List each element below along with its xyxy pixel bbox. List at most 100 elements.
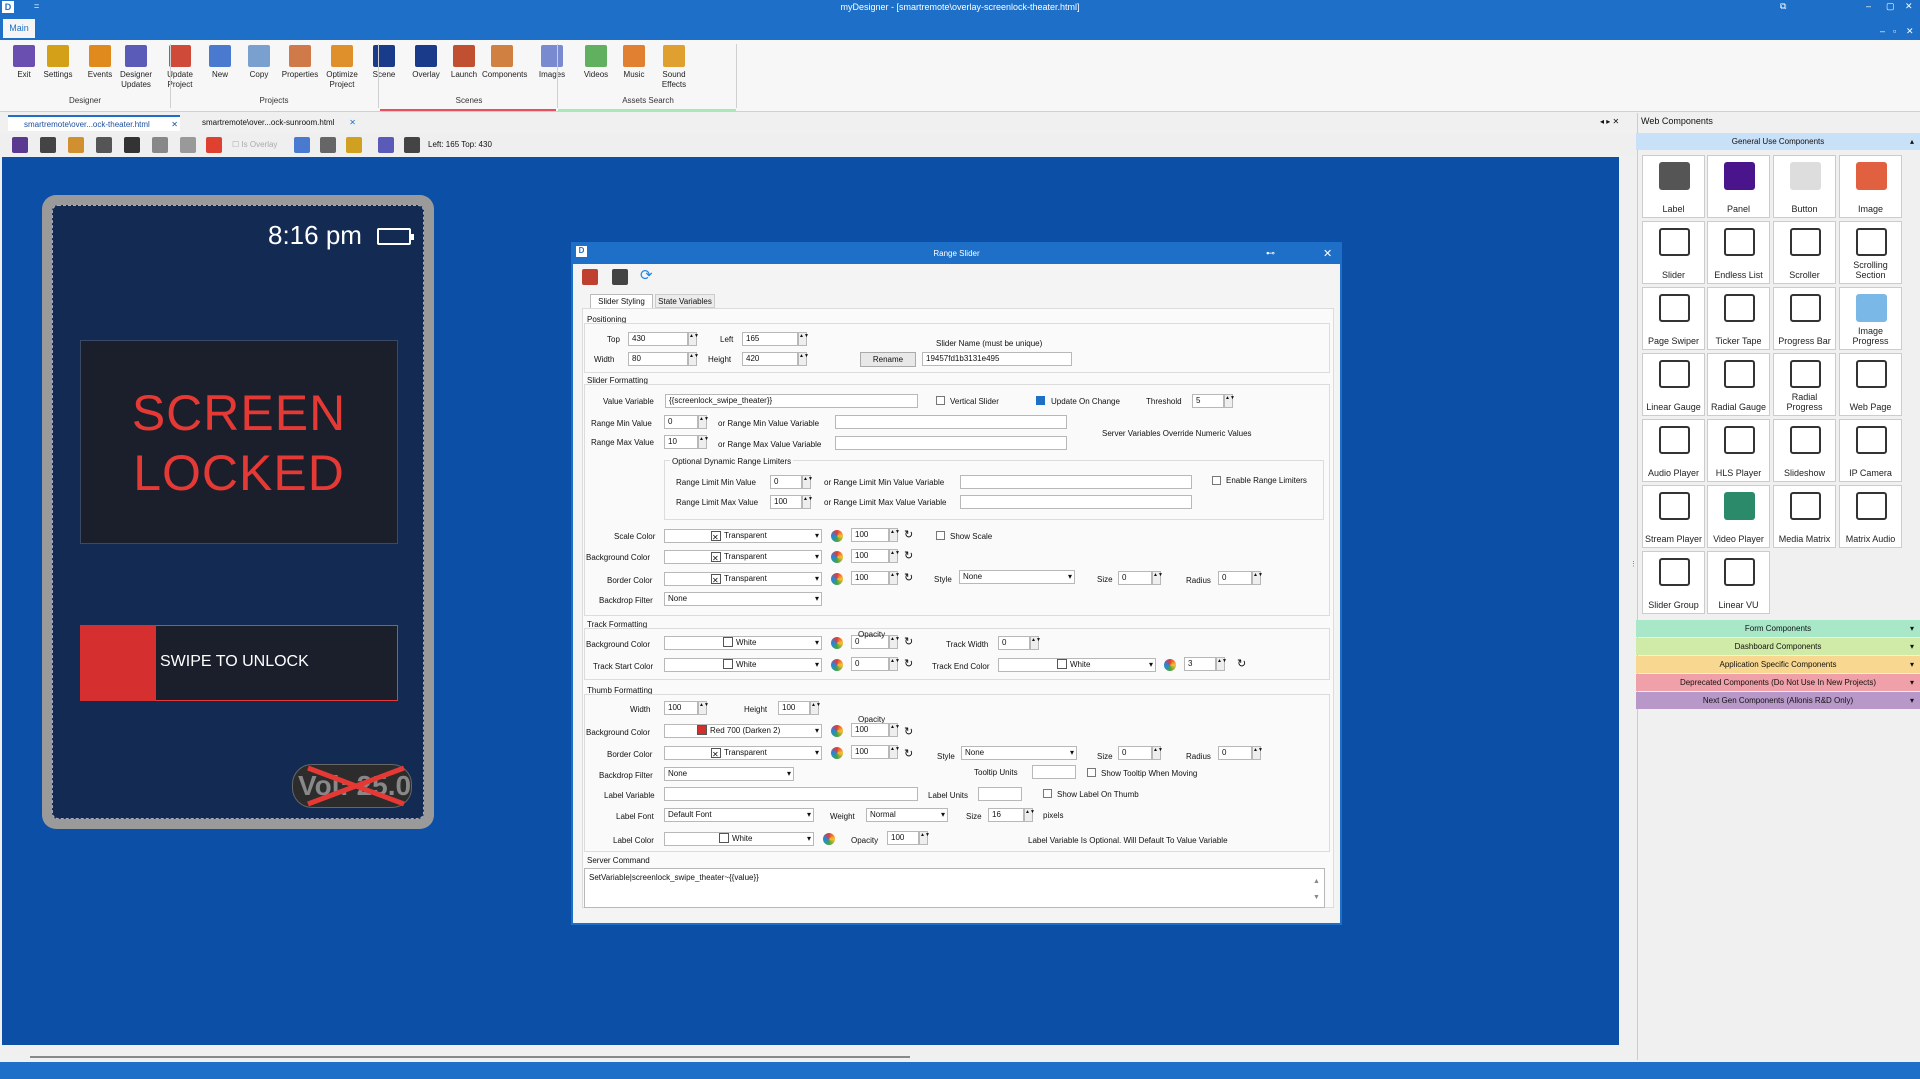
- color-palette-icon[interactable]: [831, 747, 843, 759]
- track-start-color-select[interactable]: White: [664, 658, 822, 672]
- pin-icon[interactable]: ⊷: [1266, 248, 1275, 259]
- track-bg-color-select[interactable]: White: [664, 636, 822, 650]
- component-page-swiper[interactable]: Page Swiper: [1642, 287, 1705, 350]
- component-endless-list[interactable]: Endless List: [1707, 221, 1770, 284]
- doc-tab-sunroom[interactable]: smartremote\over...ock-sunroom.html ✕: [186, 115, 358, 131]
- slider-name-input[interactable]: 19457fd1b3131e495: [922, 352, 1072, 366]
- left-input[interactable]: 165: [742, 332, 798, 346]
- open-icon[interactable]: [68, 137, 84, 153]
- reset-icon[interactable]: ↻: [904, 529, 913, 541]
- ribbon-button-sound-effects[interactable]: Sound Effects: [654, 45, 694, 90]
- thumb-width-spinner[interactable]: ▲▼: [698, 701, 709, 715]
- range-max-input[interactable]: 10: [664, 435, 698, 449]
- component-video-player[interactable]: Video Player: [1707, 485, 1770, 548]
- range-max-var-input[interactable]: [835, 436, 1067, 450]
- range-min-spinner[interactable]: ▲▼: [698, 415, 709, 429]
- expand-icon[interactable]: ▾: [1910, 638, 1914, 655]
- collapse-icon[interactable]: ▴: [1910, 133, 1914, 150]
- tooltip-units-input[interactable]: [1032, 765, 1076, 779]
- size-input[interactable]: 0: [1118, 571, 1152, 585]
- radius-input[interactable]: 0: [1218, 571, 1252, 585]
- threshold-spinner[interactable]: ▲▼: [1224, 394, 1235, 408]
- rename-button[interactable]: Rename: [860, 352, 916, 367]
- thumb-bg-opacity-input[interactable]: 100: [851, 723, 889, 737]
- ribbon-button-copy[interactable]: Copy: [239, 45, 279, 80]
- exit-icon[interactable]: [12, 137, 28, 153]
- category-header[interactable]: Dashboard Components ▾: [1636, 638, 1920, 655]
- ribbon-button-music[interactable]: Music: [614, 45, 654, 80]
- style-select[interactable]: None: [959, 570, 1075, 584]
- label-variable-input[interactable]: [664, 787, 918, 801]
- reset-icon[interactable]: ↻: [904, 726, 913, 738]
- component-button[interactable]: Button: [1773, 155, 1836, 218]
- expand-icon[interactable]: ▾: [1910, 620, 1914, 637]
- tab-scroll-arrows-icon[interactable]: ◂ ▸ ✕: [1600, 117, 1619, 126]
- ribbon-button-images[interactable]: Images: [532, 45, 572, 80]
- show-label-checkbox[interactable]: [1043, 789, 1052, 798]
- width-spinner[interactable]: ▲▼: [688, 352, 699, 366]
- close-icon[interactable]: ✕: [1905, 1, 1913, 12]
- border-opacity-spinner[interactable]: ▲▼: [889, 571, 900, 585]
- tab-state-variables[interactable]: State Variables: [655, 294, 715, 308]
- thumb-style-select[interactable]: None: [961, 746, 1077, 760]
- reset-icon[interactable]: ↻: [1237, 658, 1246, 670]
- scale-opacity-input[interactable]: 100: [851, 528, 889, 542]
- zoom-in-icon[interactable]: [346, 137, 362, 153]
- scale-color-select[interactable]: ✕ Transparent: [664, 529, 822, 543]
- thumb-bg-color-select[interactable]: Red 700 (Darken 2): [664, 724, 822, 738]
- limit-max-var-input[interactable]: [960, 495, 1192, 509]
- left-spinner[interactable]: ▲▼: [798, 332, 809, 346]
- update-on-change-checkbox[interactable]: [1036, 396, 1045, 405]
- ribbon-button-properties[interactable]: Properties: [280, 45, 320, 80]
- reset-icon[interactable]: ↻: [904, 658, 913, 670]
- textarea-scroll-icon[interactable]: ▲ ▼: [1313, 874, 1320, 906]
- thumb-height-input[interactable]: 100: [778, 701, 810, 715]
- thumb-radius-spinner[interactable]: ▲▼: [1252, 746, 1263, 760]
- component-panel[interactable]: Panel: [1707, 155, 1770, 218]
- thumb-border-opacity-input[interactable]: 100: [851, 745, 889, 759]
- track-end-opacity-spinner[interactable]: ▲▼: [1216, 657, 1227, 671]
- label-units-input[interactable]: [978, 787, 1022, 801]
- category-header[interactable]: Next Gen Components (Allonis R&D Only) ▾: [1636, 692, 1920, 709]
- thumb-backdrop-select[interactable]: None: [664, 767, 794, 781]
- edit-icon[interactable]: [404, 137, 420, 153]
- limit-min-input[interactable]: 0: [770, 475, 802, 489]
- save-icon[interactable]: [40, 137, 56, 153]
- ribbon-button-scene[interactable]: Scene: [364, 45, 404, 80]
- radius-spinner[interactable]: ▲▼: [1252, 571, 1263, 585]
- reset-icon[interactable]: ↻: [904, 550, 913, 562]
- delete-icon[interactable]: [206, 137, 222, 153]
- enable-limiters-checkbox[interactable]: [1212, 476, 1221, 485]
- fit-icon[interactable]: [320, 137, 336, 153]
- component-ip-camera[interactable]: IP Camera: [1839, 419, 1902, 482]
- label-opacity-spinner[interactable]: ▲▼: [919, 831, 930, 845]
- dialog-exit-icon[interactable]: [582, 269, 598, 285]
- color-palette-icon[interactable]: [831, 551, 843, 563]
- label-opacity-input[interactable]: 100: [887, 831, 919, 845]
- ribbon-button-events[interactable]: Events: [80, 45, 120, 80]
- horizontal-scrollbar[interactable]: [30, 1056, 910, 1058]
- thumb-width-input[interactable]: 100: [664, 701, 698, 715]
- component-hls-player[interactable]: HLS Player: [1707, 419, 1770, 482]
- is-overlay-toggle[interactable]: ☐ Is Overlay: [232, 140, 277, 149]
- thumb-border-opacity-spinner[interactable]: ▲▼: [889, 745, 900, 759]
- server-command-textarea[interactable]: SetVariable|screenlock_swipe_theater~{{v…: [584, 868, 1325, 908]
- doc-tab-theater[interactable]: smartremote\over...ock-theater.html ✕: [8, 115, 180, 131]
- label-font-select[interactable]: Default Font: [664, 808, 814, 822]
- color-palette-icon[interactable]: [823, 833, 835, 845]
- category-header[interactable]: Deprecated Components (Do Not Use In New…: [1636, 674, 1920, 691]
- range-max-spinner[interactable]: ▲▼: [698, 435, 709, 449]
- vertical-slider-checkbox[interactable]: [936, 396, 945, 405]
- mdi-close-icon[interactable]: ✕: [1906, 26, 1914, 37]
- top-input[interactable]: 430: [628, 332, 688, 346]
- paste-icon[interactable]: [180, 137, 196, 153]
- component-audio-player[interactable]: Audio Player: [1642, 419, 1705, 482]
- bg-color-select[interactable]: ✕ Transparent: [664, 550, 822, 564]
- refresh-icon[interactable]: ⟳: [640, 266, 653, 284]
- remove-icon[interactable]: [124, 137, 140, 153]
- expand-icon[interactable]: ▾: [1910, 674, 1914, 691]
- limit-min-spinner[interactable]: ▲▼: [802, 475, 813, 489]
- width-input[interactable]: 80: [628, 352, 688, 366]
- label-color-select[interactable]: White: [664, 832, 814, 846]
- limit-max-input[interactable]: 100: [770, 495, 802, 509]
